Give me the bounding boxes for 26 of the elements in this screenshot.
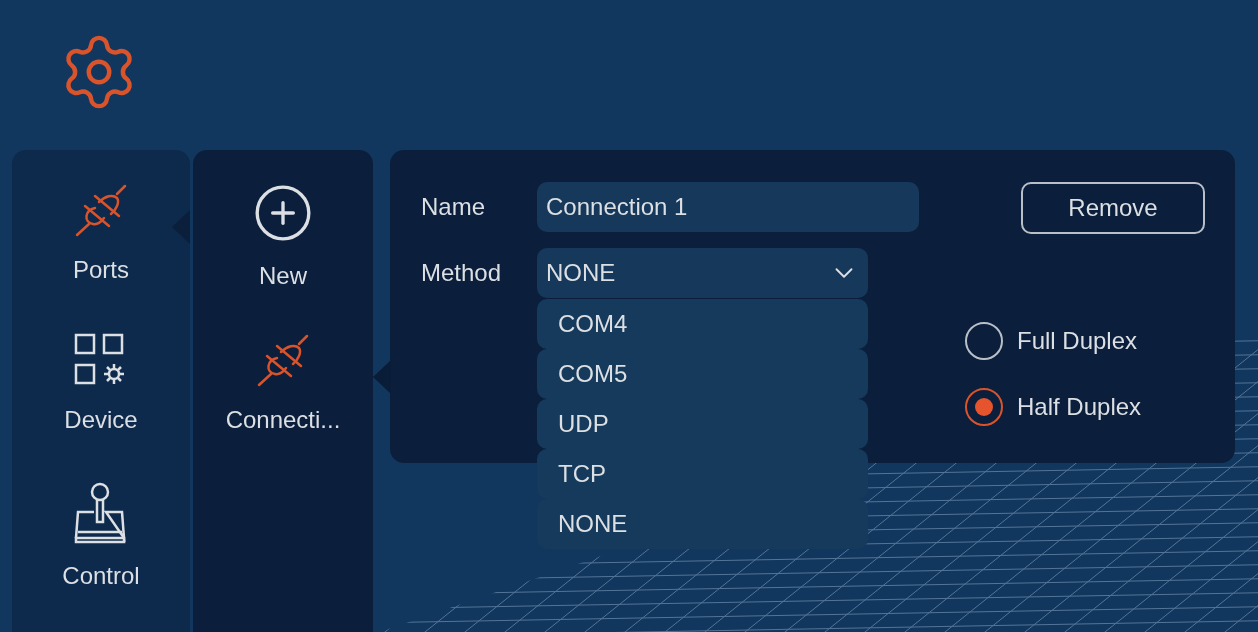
method-label: Method — [421, 259, 503, 287]
sidebar-item[interactable]: Control — [12, 468, 190, 610]
sidebar-item[interactable]: Device — [12, 318, 190, 460]
dropdown-option[interactable]: TCP — [537, 449, 868, 499]
name-label: Name — [421, 193, 487, 221]
remove-button[interactable]: Remove — [1021, 182, 1205, 234]
dropdown-option[interactable]: COM4 — [537, 299, 868, 349]
duplex-radio[interactable]: Full Duplex — [965, 322, 1205, 360]
radio-label: Half Duplex — [1017, 393, 1142, 421]
connection-item-label: Connecti... — [225, 406, 341, 434]
sidebar-item-label: Ports — [73, 256, 129, 284]
method-dropdown[interactable]: NONE — [537, 248, 868, 298]
name-field[interactable]: Connection 1 — [537, 182, 919, 232]
unplugged-icon — [73, 182, 129, 238]
dropdown-option[interactable]: UDP — [537, 399, 868, 449]
connection-item-label: New — [259, 262, 307, 290]
unplugged-icon — [255, 332, 311, 388]
duplex-radio[interactable]: Half Duplex — [965, 388, 1205, 426]
radio-dot[interactable] — [965, 388, 1003, 426]
sidebar-item-label: Device — [64, 406, 138, 434]
connection-item[interactable]: New — [193, 168, 373, 310]
dropdown-option[interactable]: NONE — [537, 499, 868, 549]
radio-dot[interactable] — [965, 322, 1003, 360]
radio-label: Full Duplex — [1017, 327, 1138, 355]
dropdown-option[interactable]: COM5 — [537, 349, 868, 399]
sidebar-item-label: Control — [62, 562, 140, 590]
